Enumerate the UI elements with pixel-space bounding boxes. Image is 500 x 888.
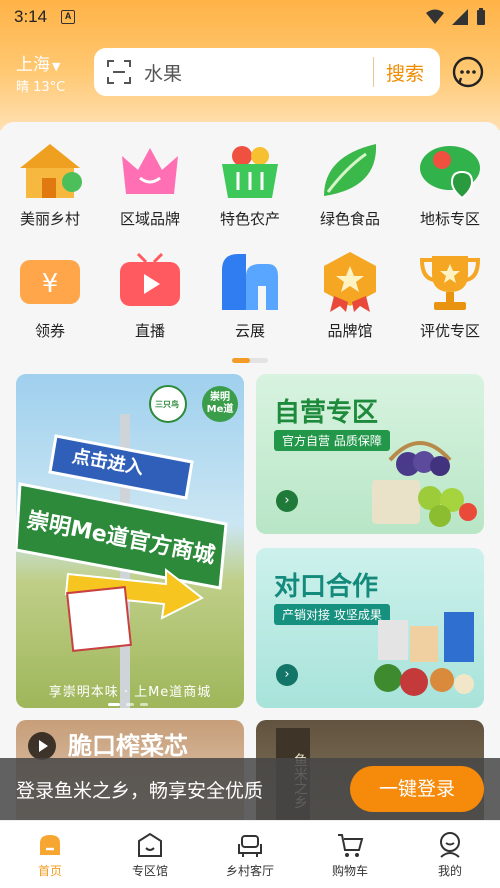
coupon-icon: ¥ — [20, 260, 80, 304]
svg-text:¥: ¥ — [42, 269, 59, 299]
header: 上海 ▼ 晴 13°C 水果 搜索 — [0, 44, 500, 104]
category-label: 区域品牌 — [119, 210, 180, 228]
notification-icon: A — [61, 10, 76, 24]
login-prompt-text: 登录鱼米之乡，畅享安全优质 — [16, 779, 264, 802]
category-cloud-exhibition[interactable]: 云展 — [200, 246, 300, 346]
category-brand-pavilion[interactable]: 品牌馆 — [300, 246, 400, 346]
one-click-login-button[interactable]: 一键登录 — [350, 766, 484, 812]
category-coupon[interactable]: ¥ 领券 — [0, 246, 100, 346]
trophy-icon — [419, 256, 481, 310]
tab-label: 首页 — [37, 864, 62, 878]
home-icon — [40, 835, 60, 855]
category-label: 领券 — [34, 322, 65, 340]
category-label: 直播 — [134, 322, 165, 340]
main-content: 美丽乡村 区域品牌 特色农产 绿色食品 地标专区 ¥ 领券 直播 云展 品牌馆 … — [0, 122, 500, 840]
self-operated-title: 自营专区 — [274, 398, 379, 428]
search-bar[interactable]: 水果 搜索 — [94, 48, 440, 96]
crown-icon — [122, 148, 178, 194]
sofa-icon — [238, 835, 262, 857]
location-pin-icon — [420, 146, 480, 200]
city-selector[interactable]: 上海 ▼ — [16, 50, 60, 75]
weather-info: 晴 13°C — [16, 80, 66, 95]
bottom-tab-bar: 首页 专区馆 乡村客厅 购物车 我的 — [0, 820, 500, 888]
scan-icon[interactable] — [106, 59, 132, 85]
carousel-dot — [108, 703, 120, 706]
leaf-icon — [324, 144, 377, 196]
tab-label: 我的 — [437, 864, 462, 878]
profile-icon — [440, 832, 460, 858]
banner-caption: 享崇明本味 · 上Me道商城 — [48, 685, 212, 700]
tab-pavilion[interactable]: 专区馆 — [100, 821, 200, 888]
play-icon[interactable] — [28, 732, 56, 760]
partnership-title: 对口合作 — [274, 572, 379, 602]
category-label: 品牌馆 — [327, 322, 373, 340]
tab-label: 乡村客厅 — [225, 864, 274, 878]
brand-badge-icon — [324, 252, 376, 312]
carousel-dot — [140, 703, 148, 706]
tab-village-lounge[interactable]: 乡村客厅 — [200, 821, 300, 888]
message-icon[interactable] — [451, 56, 485, 90]
category-specialty-produce[interactable]: 特色农产 — [200, 134, 300, 234]
arrow-right-icon[interactable]: › — [276, 490, 298, 512]
category-label: 地标专区 — [419, 210, 480, 228]
banner-logo-badge: 三只鸟 — [155, 400, 179, 409]
search-input[interactable]: 水果 — [144, 59, 373, 86]
pavilion-icon — [138, 832, 162, 857]
category-label: 云展 — [234, 322, 265, 340]
arrow-right-icon[interactable]: › — [276, 664, 298, 686]
category-awards[interactable]: 评优专区 — [400, 246, 500, 346]
category-page-indicator — [232, 358, 268, 363]
category-label: 美丽乡村 — [19, 210, 80, 228]
category-village[interactable]: 美丽乡村 — [0, 134, 100, 234]
category-label: 评优专区 — [419, 322, 480, 340]
category-live[interactable]: 直播 — [100, 246, 200, 346]
village-icon — [20, 144, 82, 198]
category-landmark[interactable]: 地标专区 — [400, 134, 500, 234]
category-page-indicator-active — [232, 358, 250, 363]
wifi-icon — [426, 9, 444, 24]
signal-icon — [452, 9, 468, 25]
category-label: 特色农产 — [219, 210, 280, 228]
login-prompt-bar: 登录鱼米之乡，畅享安全优质 一键登录 — [0, 758, 500, 820]
city-name: 上海 — [16, 55, 50, 75]
tab-profile[interactable]: 我的 — [400, 821, 500, 888]
self-operated-banner[interactable]: 自营专区 官方自营 品质保障 › — [256, 374, 484, 534]
tab-label: 专区馆 — [131, 864, 168, 878]
chevron-down-icon: ▼ — [52, 60, 61, 73]
battery-icon — [477, 8, 485, 25]
tab-home[interactable]: 首页 — [0, 821, 100, 888]
products-illustration — [374, 612, 474, 696]
search-button[interactable]: 搜索 — [374, 59, 440, 86]
chongming-mall-banner[interactable]: 点击进入 崇明Me道官方商城 三只鸟 崇明 Me道 享崇明本味 · 上Me道商城 — [16, 374, 244, 708]
status-bar: 3:14 A — [0, 0, 500, 34]
banner-carousel-dots — [108, 703, 148, 706]
partnership-banner[interactable]: 对口合作 产销对接 攻坚成果 › — [256, 548, 484, 708]
status-time: 3:14 — [14, 7, 48, 26]
banner-logo-text: 崇明 Me道 — [206, 392, 234, 415]
category-green-food[interactable]: 绿色食品 — [300, 134, 400, 234]
video-title: 脆口榨菜芯 — [68, 732, 188, 760]
tab-label: 购物车 — [331, 864, 368, 878]
basket-icon — [222, 146, 278, 198]
fruit-basket-illustration — [372, 441, 477, 527]
live-tv-icon — [120, 252, 180, 306]
category-label: 绿色食品 — [319, 210, 380, 228]
carousel-dot — [126, 703, 134, 706]
cloud-exhibition-icon — [222, 254, 278, 310]
category-regional-brand[interactable]: 区域品牌 — [100, 134, 200, 234]
tab-cart[interactable]: 购物车 — [300, 821, 400, 888]
cart-icon — [338, 834, 364, 857]
